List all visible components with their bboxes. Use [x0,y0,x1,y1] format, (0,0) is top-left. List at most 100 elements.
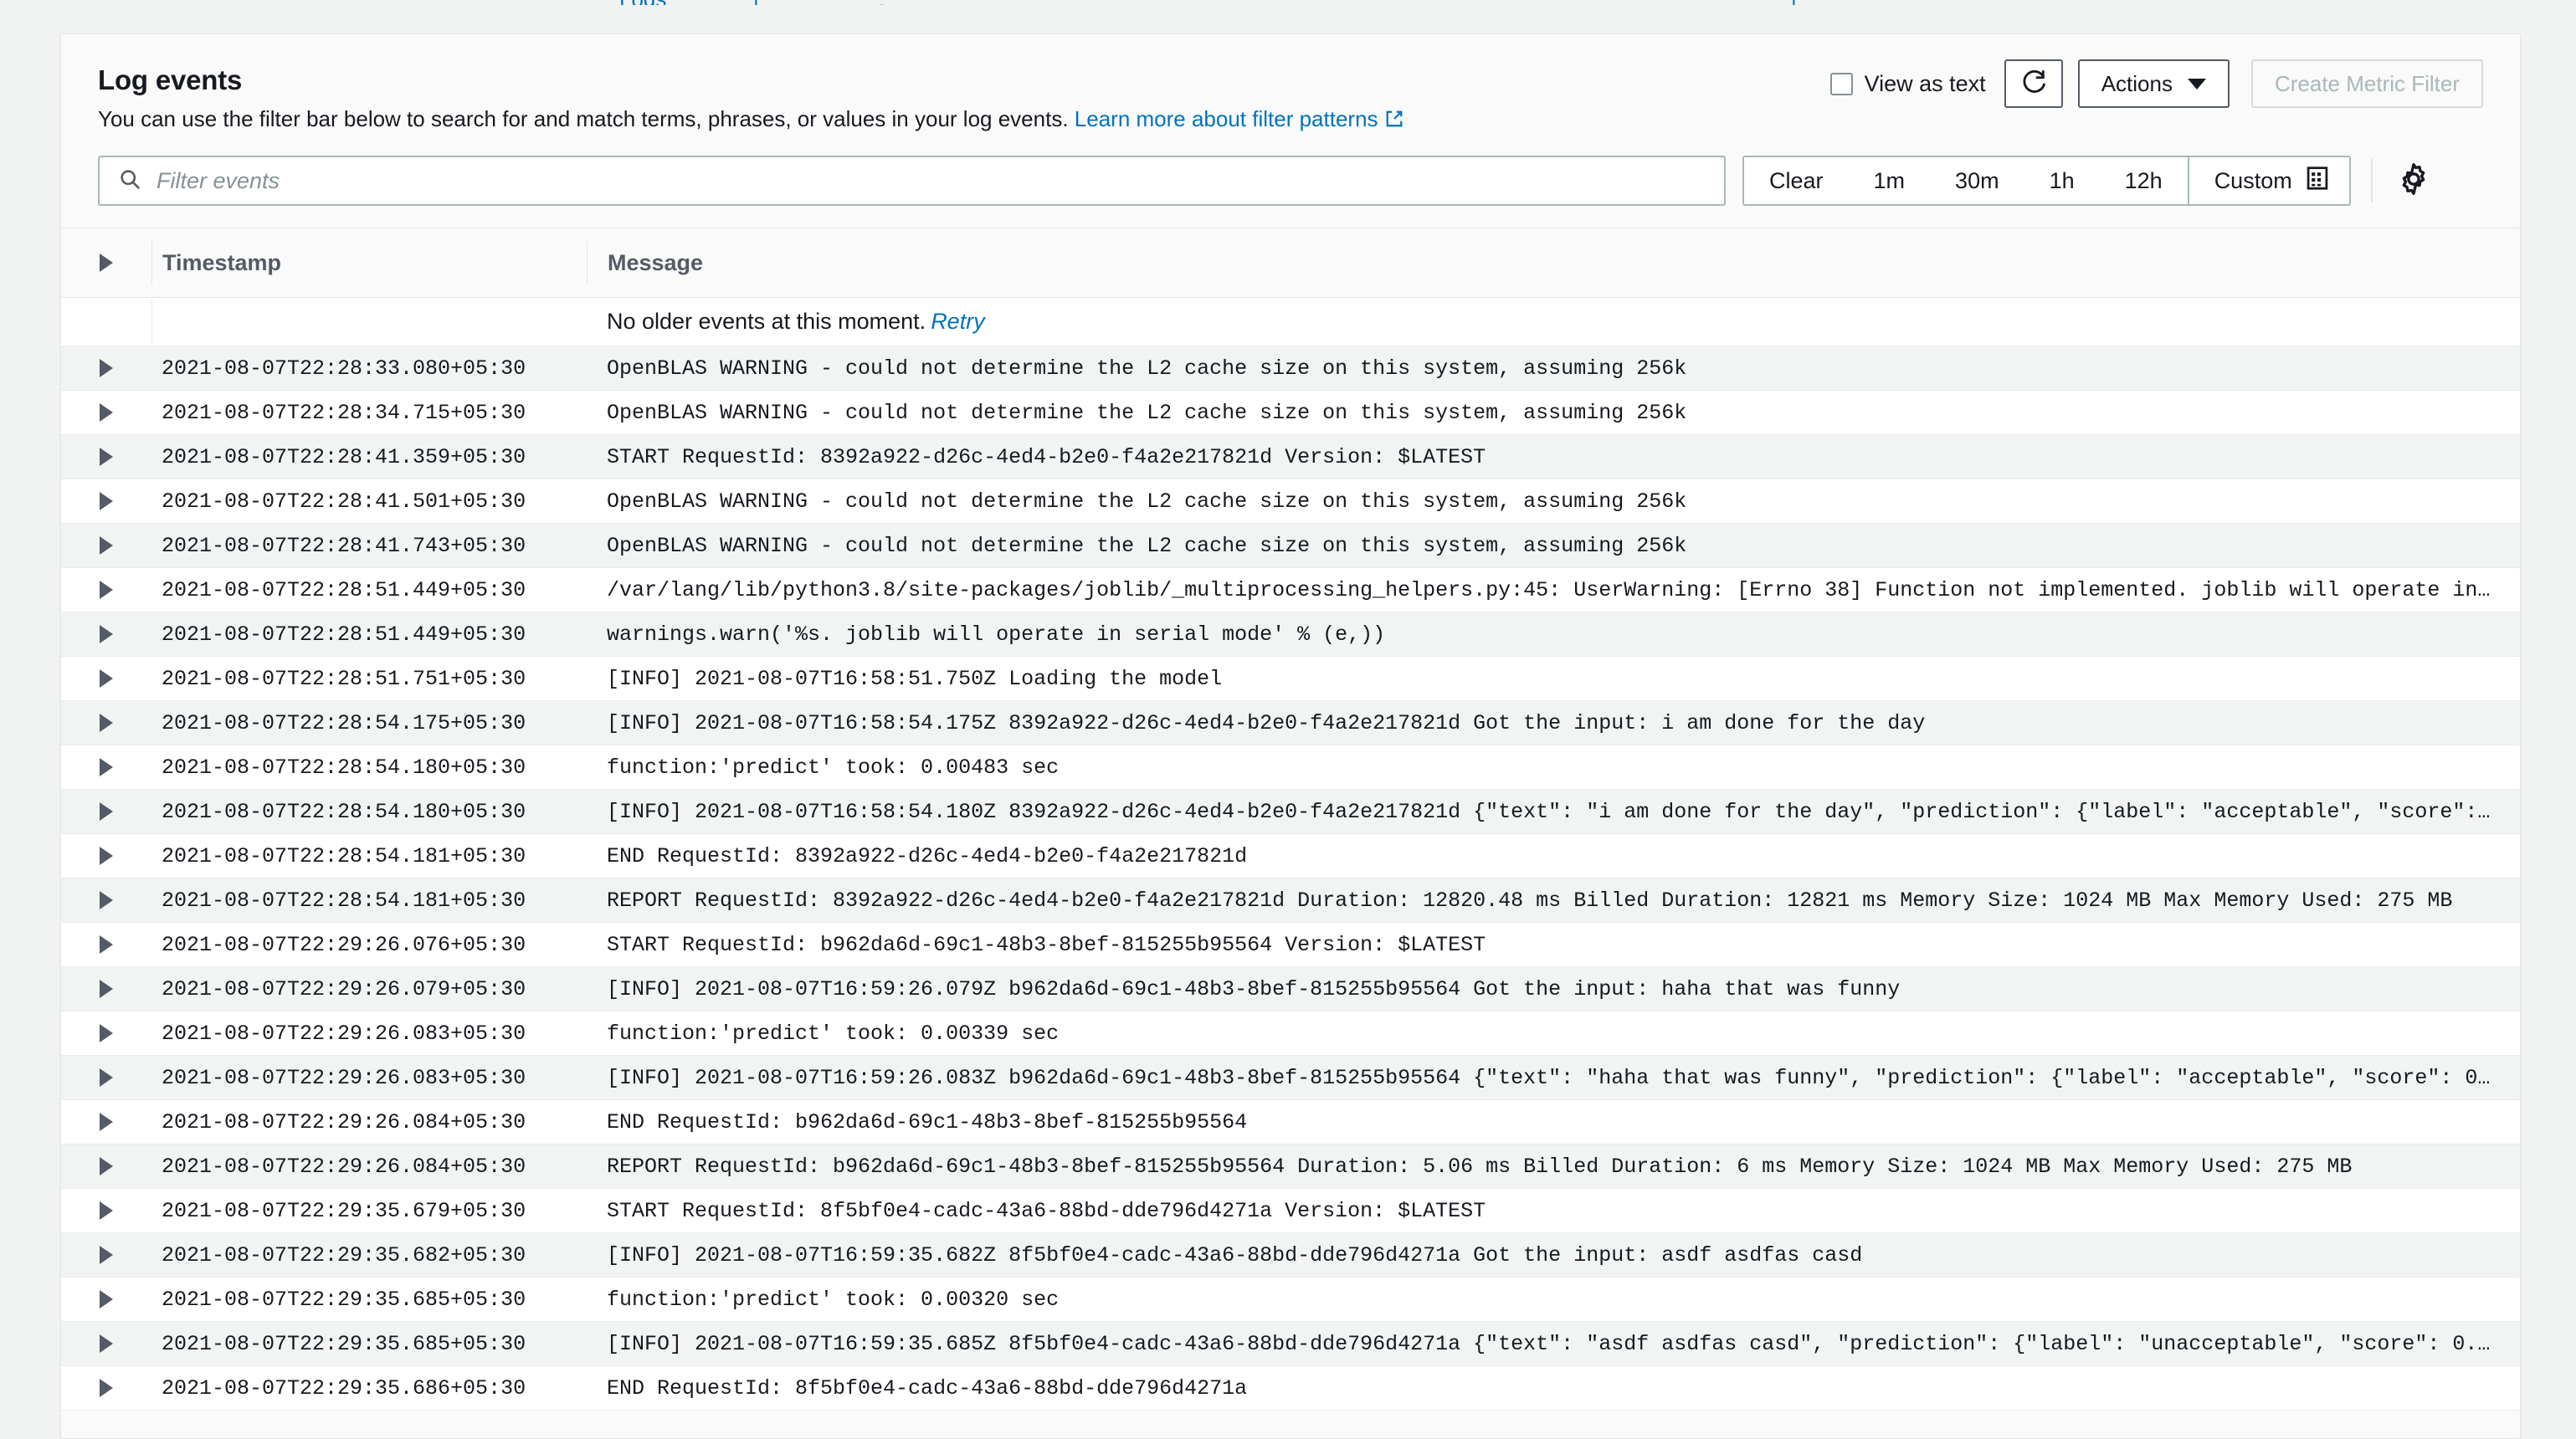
row-expand-toggle[interactable] [61,492,151,510]
range-clear-button[interactable]: Clear [1744,157,1849,204]
table-row[interactable]: 2021-08-07T22:28:51.751+05:30[INFO] 2021… [61,657,2520,701]
table-row[interactable]: 2021-08-07T22:28:41.501+05:30OpenBLAS WA… [61,479,2520,524]
range-12h-button[interactable]: 12h [2100,157,2188,204]
row-message: [INFO] 2021-08-07T16:58:51.750Z Loading … [587,657,2520,701]
row-timestamp: 2021-08-07T22:28:54.175+05:30 [151,711,587,735]
table-row[interactable]: 2021-08-07T22:28:51.449+05:30/var/lang/l… [61,568,2520,612]
row-expand-toggle[interactable] [61,1068,151,1087]
chevron-right-icon [100,581,113,599]
row-message: START RequestId: b962da6d-69c1-48b3-8bef… [587,923,2520,967]
table-row[interactable]: 2021-08-07T22:29:26.079+05:30[INFO] 2021… [61,967,2520,1011]
table-row[interactable]: 2021-08-07T22:29:35.682+05:30[INFO] 2021… [61,1233,2520,1278]
breadcrumb-item-4[interactable]: | [1791,0,1797,5]
breadcrumb-item-1[interactable]: Logs [619,0,666,5]
search-input[interactable] [157,168,1706,194]
row-expand-toggle[interactable] [61,847,151,865]
row-expand-toggle[interactable] [61,359,151,377]
row-expand-toggle[interactable] [61,935,151,954]
row-expand-toggle[interactable] [61,1113,151,1131]
row-expand-toggle[interactable] [61,802,151,821]
range-custom-button[interactable]: Custom [2188,157,2349,204]
filter-events-search-box[interactable] [98,156,1726,206]
row-expand-toggle[interactable] [61,669,151,688]
table-row[interactable]: 2021-08-07T22:29:26.083+05:30function:'p… [61,1011,2520,1056]
table-row[interactable]: 2021-08-07T22:29:26.084+05:30REPORT Requ… [61,1145,2520,1189]
row-message: END RequestId: b962da6d-69c1-48b3-8bef-8… [587,1100,2520,1145]
range-1m-button[interactable]: 1m [1849,157,1931,204]
table-row[interactable]: 2021-08-07T22:29:35.685+05:30[INFO] 2021… [61,1322,2520,1366]
table-row[interactable]: 2021-08-07T22:29:35.685+05:30function:'p… [61,1278,2520,1322]
actions-button[interactable]: Actions [2078,59,2230,108]
checkbox-box[interactable] [1830,73,1853,95]
chevron-right-icon [100,669,113,688]
refresh-icon [2019,67,2048,101]
column-header-timestamp[interactable]: Timestamp [151,241,587,284]
row-message: START RequestId: 8392a922-d26c-4ed4-b2e0… [587,435,2520,479]
filter-bar: Clear 1m 30m 1h 12h Custom [61,156,2520,228]
range-custom-label: Custom [2214,168,2292,194]
row-expand-toggle[interactable] [61,448,151,466]
row-message: warnings.warn('%s. joblib will operate i… [587,612,2520,657]
no-older-events-notice: No older events at this moment.Retry [61,298,2520,346]
row-expand-toggle[interactable] [61,581,151,599]
panel-description: You can use the filter bar below to sear… [98,105,2483,136]
row-expand-toggle[interactable] [61,1379,151,1397]
table-row[interactable]: 2021-08-07T22:29:35.679+05:30START Reque… [61,1189,2520,1233]
range-30m-button[interactable]: 30m [1930,157,2024,204]
chevron-right-icon [100,625,113,643]
row-message: OpenBLAS WARNING - could not determine t… [587,479,2520,524]
row-timestamp: 2021-08-07T22:28:41.359+05:30 [151,445,587,469]
table-row[interactable]: 2021-08-07T22:28:54.181+05:30REPORT Requ… [61,878,2520,923]
table-row[interactable]: 2021-08-07T22:28:54.180+05:30[INFO] 2021… [61,790,2520,834]
row-message: END RequestId: 8392a922-d26c-4ed4-b2e0-f… [587,834,2520,878]
table-row[interactable]: 2021-08-07T22:28:33.080+05:30OpenBLAS WA… [61,346,2520,391]
row-expand-toggle[interactable] [61,625,151,643]
row-expand-toggle[interactable] [61,1024,151,1042]
table-row[interactable]: 2021-08-07T22:28:51.449+05:30warnings.wa… [61,612,2520,657]
refresh-button[interactable] [2004,59,2063,108]
retry-link[interactable]: Retry [931,309,985,334]
table-row[interactable]: 2021-08-07T22:28:54.181+05:30END Request… [61,834,2520,878]
row-message: [INFO] 2021-08-07T16:58:54.175Z 8392a922… [587,701,2520,745]
row-expand-toggle[interactable] [61,1157,151,1175]
row-expand-toggle[interactable] [61,1201,151,1220]
table-row[interactable]: 2021-08-07T22:29:35.686+05:30END Request… [61,1366,2520,1411]
view-as-text-checkbox[interactable]: View as text [1830,71,1986,97]
row-expand-toggle[interactable] [61,758,151,776]
table-row[interactable]: 2021-08-07T22:28:41.743+05:30OpenBLAS WA… [61,524,2520,568]
create-metric-filter-button[interactable]: Create Metric Filter [2251,59,2483,108]
external-link-icon [1385,106,1403,136]
row-expand-toggle[interactable] [61,1246,151,1264]
table-row[interactable]: 2021-08-07T22:29:26.076+05:30START Reque… [61,923,2520,967]
breadcrumb-item-3: . [879,0,885,5]
row-timestamp: 2021-08-07T22:29:26.083+05:30 [151,1022,587,1046]
row-expand-toggle[interactable] [61,714,151,732]
row-message: [INFO] 2021-08-07T16:59:26.079Z b962da6d… [587,967,2520,1011]
table-row[interactable]: 2021-08-07T22:29:26.084+05:30END Request… [61,1100,2520,1145]
row-expand-toggle[interactable] [61,1290,151,1308]
row-message: OpenBLAS WARNING - could not determine t… [587,346,2520,391]
table-row[interactable]: 2021-08-07T22:28:54.175+05:30[INFO] 2021… [61,701,2520,745]
row-expand-toggle[interactable] [61,891,151,909]
table-header-row: Timestamp Message [61,228,2520,298]
chevron-right-icon [100,448,113,466]
log-events-panel: Log events You can use the filter bar be… [60,33,2521,1439]
table-row[interactable]: 2021-08-07T22:29:26.083+05:30[INFO] 2021… [61,1056,2520,1100]
breadcrumb-item-2[interactable]: | [753,0,759,5]
range-1h-button[interactable]: 1h [2024,157,2100,204]
panel-description-text: You can use the filter bar below to sear… [98,106,1069,131]
table-row[interactable]: 2021-08-07T22:28:54.180+05:30function:'p… [61,745,2520,790]
table-row[interactable]: 2021-08-07T22:28:34.715+05:30OpenBLAS WA… [61,391,2520,435]
chevron-right-icon [100,253,113,272]
row-message: [INFO] 2021-08-07T16:59:35.682Z 8f5bf0e4… [587,1233,2520,1278]
row-expand-toggle[interactable] [61,536,151,555]
calendar-icon [2306,166,2329,197]
settings-gear-button[interactable] [2393,160,2435,202]
learn-more-link[interactable]: Learn more about filter patterns [1075,106,1378,131]
row-expand-toggle[interactable] [61,980,151,998]
column-header-message[interactable]: Message [587,241,2520,284]
table-row[interactable]: 2021-08-07T22:28:41.359+05:30START Reque… [61,435,2520,479]
row-expand-toggle[interactable] [61,403,151,422]
row-expand-toggle[interactable] [61,1334,151,1353]
expand-all-cell[interactable] [61,253,151,272]
